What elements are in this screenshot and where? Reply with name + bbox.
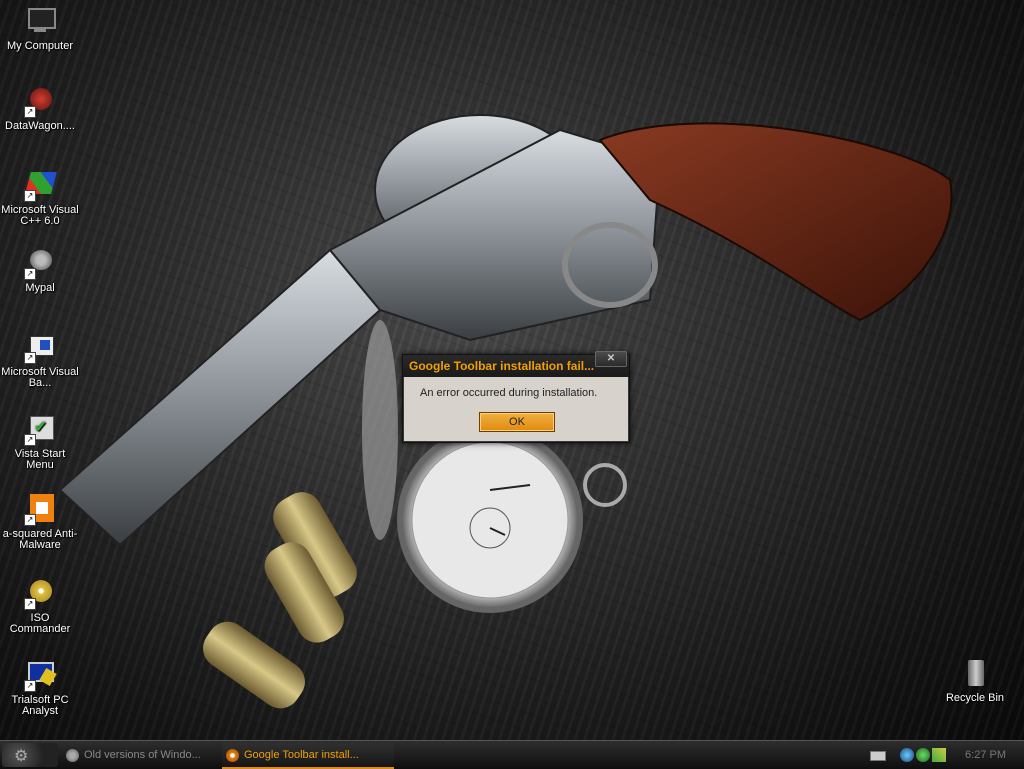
keyboard-icon[interactable] <box>870 751 886 761</box>
vista-start-menu-icon: ✔ ↗ <box>24 414 56 446</box>
security-check-icon[interactable] <box>916 748 930 762</box>
desktop-icon-label: ISO Commander <box>9 612 71 635</box>
clock[interactable]: 6:27 PM <box>965 743 1006 767</box>
shortcut-arrow-icon: ↗ <box>24 190 36 202</box>
browser-icon <box>66 749 79 762</box>
shortcut-arrow-icon: ↗ <box>24 352 36 364</box>
network-icon[interactable] <box>900 748 914 762</box>
a-squared-icon: ↗ <box>24 494 56 526</box>
close-button[interactable]: ✕ <box>595 351 627 367</box>
desktop-icon-label: a-squared Anti-Malware <box>2 528 78 551</box>
taskbar: ⚙ Old versions of Windo... Google Toolba… <box>0 740 1024 769</box>
desktop-icon-a-squared[interactable]: ↗ a-squared Anti-Malware <box>0 494 80 551</box>
desktop-icon-label: Mypal <box>25 282 55 294</box>
trialsoft-icon: ↗ <box>24 660 57 692</box>
google-toolbar-icon <box>226 749 239 762</box>
desktop-icon-my-computer[interactable]: My Computer <box>0 6 80 52</box>
desktop-icon-label: DataWagon.... <box>5 120 75 132</box>
system-tray: 6:27 PM <box>854 743 1024 767</box>
iso-commander-icon: ↗ <box>24 578 56 610</box>
desktop-icon-label: Recycle Bin <box>945 692 1005 704</box>
desktop-icon-iso-commander[interactable]: ↗ ISO Commander <box>0 578 80 635</box>
desktop-icon-label: Vista Start Menu <box>14 448 66 471</box>
ok-button[interactable]: OK <box>479 412 555 432</box>
desktop-icon-recycle-bin[interactable]: Recycle Bin <box>935 658 1015 704</box>
shortcut-arrow-icon: ↗ <box>24 598 36 610</box>
desktop-icon-datawagon[interactable]: ↗ DataWagon.... <box>0 86 80 132</box>
desktop-icon-mypal[interactable]: ↗ Mypal <box>0 248 80 294</box>
dialog-message: An error occurred during installation. <box>420 387 598 399</box>
shortcut-arrow-icon: ↗ <box>24 434 36 446</box>
dialog-title-bar[interactable]: Google Toolbar installation fail... ✕ <box>403 351 629 377</box>
desktop-icon-label: My Computer <box>6 40 74 52</box>
update-icon[interactable] <box>932 748 946 762</box>
close-icon: ✕ <box>606 353 616 364</box>
taskbar-item-old-versions[interactable]: Old versions of Windo... <box>62 743 234 767</box>
recycle-bin-icon <box>959 658 991 690</box>
taskbar-item-label: Old versions of Windo... <box>84 749 201 761</box>
shortcut-arrow-icon: ↗ <box>24 514 36 526</box>
mypal-icon: ↗ <box>24 248 56 280</box>
desktop-icon-visual-basic[interactable]: ↗ Microsoft Visual Ba... <box>0 332 80 389</box>
desktop-icon-label: Microsoft Visual Ba... <box>1 366 79 389</box>
datawagon-icon: ↗ <box>24 86 56 118</box>
dialog-body: An error occurred during installation. O… <box>404 377 628 441</box>
error-dialog: Google Toolbar installation fail... ✕ An… <box>402 351 630 443</box>
start-button[interactable]: ⚙ <box>2 743 58 767</box>
desktop-icon-vista-start-menu[interactable]: ✔ ↗ Vista Start Menu <box>0 414 80 471</box>
shortcut-arrow-icon: ↗ <box>24 268 36 280</box>
shortcut-arrow-icon: ↗ <box>24 680 36 692</box>
desktop-icon-label: Microsoft Visual C++ 6.0 <box>1 204 79 227</box>
visual-basic-icon: ↗ <box>24 332 56 364</box>
desktop-icon-label: Trialsoft PC Analyst <box>11 694 69 717</box>
visual-cpp-icon: ↗ <box>24 170 57 202</box>
taskbar-item-google-toolbar[interactable]: Google Toolbar install... <box>222 743 394 769</box>
dialog-title: Google Toolbar installation fail... <box>409 359 595 373</box>
computer-icon <box>24 6 56 38</box>
shortcut-arrow-icon: ↗ <box>24 106 36 118</box>
desktop-icon-visual-cpp[interactable]: ↗ Microsoft Visual C++ 6.0 <box>0 170 80 227</box>
desktop-icon-trialsoft[interactable]: ↗ Trialsoft PC Analyst <box>0 660 80 717</box>
taskbar-item-label: Google Toolbar install... <box>244 749 359 761</box>
gear-icon: ⚙ <box>14 748 29 765</box>
